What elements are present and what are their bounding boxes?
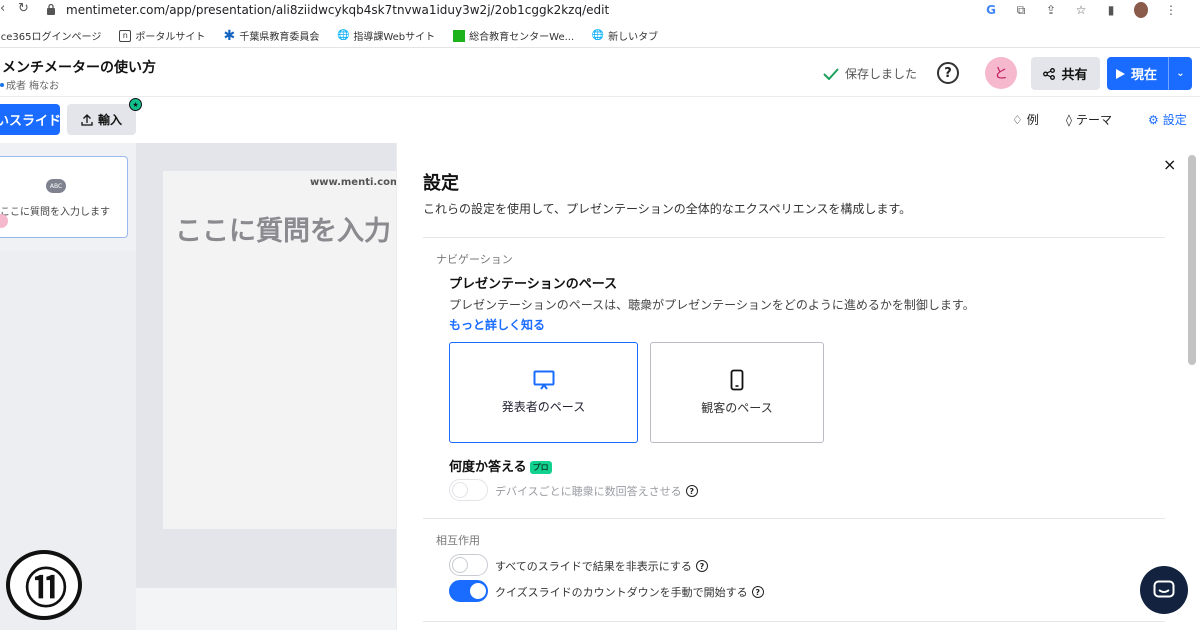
quiz-countdown-label: クイズスライドのカウントダウンを手動で開始する?: [495, 584, 764, 600]
globe-icon: 🌐: [337, 30, 350, 41]
bookmark-1[interactable]: n ポータルサイト: [119, 28, 205, 43]
reload-icon[interactable]: ↻: [18, 1, 29, 16]
audience-pace-option[interactable]: 観客のペース: [650, 342, 824, 443]
share-page-icon[interactable]: ⇪: [1044, 3, 1058, 17]
upload-icon: [81, 113, 93, 126]
n-icon: n: [119, 29, 132, 42]
mobile-phone-icon: [730, 369, 744, 391]
pace-description: プレゼンテーションのペースは、聴衆がプレゼンテーションをどのように進めるかを制御…: [449, 298, 975, 312]
multiple-answers-title: 何度か答える プロ: [449, 456, 552, 475]
sidepanel-icon[interactable]: ▮: [1104, 3, 1118, 17]
star-badge-icon: ★: [129, 98, 142, 111]
globe-icon: 🌐: [591, 30, 605, 41]
bookmark-3[interactable]: 🌐 指導課Webサイト: [337, 28, 435, 43]
canvas-area: www.menti.com ここに質問を入力: [136, 143, 403, 630]
learn-more-link[interactable]: もっと詳しく知る: [449, 316, 545, 333]
present-main[interactable]: 現在: [1107, 64, 1168, 83]
gear-icon: ⚙: [1148, 112, 1159, 127]
navigation-section-label: ナビゲーション: [436, 253, 513, 266]
screenshot-root: ‹ ↻ mentimeter.com/app/presentation/ali8…: [0, 0, 1200, 630]
slide-canvas[interactable]: www.menti.com ここに質問を入力: [163, 171, 403, 529]
help-circle-icon[interactable]: ?: [685, 485, 698, 497]
presenter-pace-option[interactable]: 発表者のペース: [449, 342, 638, 443]
slide-thumbnail[interactable]: ABC ここに質問を入力します: [0, 156, 128, 238]
settings-title: 設定: [423, 173, 459, 194]
collaborator-dot: [0, 214, 8, 228]
step-number-overlay: ⑪: [6, 550, 82, 620]
lock-icon[interactable]: [46, 3, 56, 15]
settings-button[interactable]: ⚙ 設定: [1148, 111, 1187, 128]
quiz-countdown-toggle[interactable]: [449, 580, 488, 602]
chat-support-button[interactable]: [1140, 566, 1188, 614]
editor-toolbar: いスライド 輸入 ★ ♢ 例 ◊ テーマ ⚙ 設定: [0, 98, 1200, 143]
settings-description: これらの設定を使用して、プレゼンテーションの全体的なエクスペリエンスを構成します…: [423, 202, 912, 216]
help-circle-icon[interactable]: ?: [695, 560, 708, 572]
bookmark-5[interactable]: 🌐 新しいタブ: [592, 28, 658, 43]
settings-scrollbar[interactable]: [1188, 155, 1196, 365]
checkmark-icon: [823, 67, 839, 80]
hide-results-label: すべてのスライドで結果を非表示にする?: [495, 558, 708, 574]
slide-question[interactable]: ここに質問を入力: [175, 209, 391, 248]
lightbulb-icon: ♢: [1012, 112, 1023, 127]
translate-icon[interactable]: ⧉: [1014, 3, 1028, 18]
cloud-abc-icon: ABC: [46, 179, 66, 193]
google-icon[interactable]: G: [984, 3, 998, 17]
interaction-section-label: 相互作用: [436, 534, 480, 547]
present-button[interactable]: 現在 ⌄: [1107, 57, 1192, 90]
menti-url: www.menti.com: [310, 177, 401, 188]
pace-title: プレゼンテーションのペース: [449, 277, 618, 292]
chevron-down-icon[interactable]: ⌄: [1169, 68, 1192, 79]
presentation-owner: 成者 梅なお: [0, 77, 59, 92]
slide-thumbnail-text: ここに質問を入力します: [0, 207, 110, 218]
bookmark-2[interactable]: ✱ 千葉県教育委員会: [223, 27, 319, 44]
star-icon[interactable]: ☆: [1074, 3, 1088, 17]
asterisk-icon: ✱: [223, 27, 236, 44]
back-arrow-icon[interactable]: ‹: [0, 1, 5, 16]
bookmarks-bar: ice365ログインページ n ポータルサイト ✱ 千葉県教育委員会 🌐 指導課Web…: [0, 24, 1200, 48]
bookmark-4[interactable]: 総合教育センターWe...: [453, 28, 574, 43]
new-slide-button[interactable]: いスライド: [0, 104, 60, 135]
share-button[interactable]: 共有: [1031, 57, 1100, 90]
play-icon: [1116, 68, 1125, 79]
app-header: メンチメーターの使い方 成者 梅なお 保存しました ? と 共有 現在 ⌄: [0, 49, 1200, 97]
bookmark-0[interactable]: ice365ログインページ: [0, 28, 101, 43]
import-button[interactable]: 輸入: [67, 104, 136, 135]
green-grid-icon: [453, 29, 466, 42]
user-avatar[interactable]: と: [985, 57, 1017, 89]
url-text[interactable]: mentimeter.com/app/presentation/ali8ziid…: [66, 3, 609, 17]
droplet-icon: ◊: [1066, 112, 1072, 127]
themes-button[interactable]: ◊ テーマ: [1066, 111, 1112, 128]
share-icon: [1043, 67, 1056, 80]
multiple-answers-label: デバイスごとに聴衆に数回答えさせる?: [495, 483, 698, 499]
pro-badge: プロ: [529, 461, 552, 474]
hide-results-toggle[interactable]: [449, 554, 488, 576]
help-circle-icon[interactable]: ?: [751, 586, 764, 598]
browser-right-icons: G ⧉ ⇪ ☆ ▮ ⋮: [984, 2, 1178, 18]
kebab-menu-icon[interactable]: ⋮: [1164, 3, 1178, 17]
presentation-title[interactable]: メンチメーターの使い方: [2, 57, 156, 77]
settings-panel: × 設定 これらの設定を使用して、プレゼンテーションの全体的なエクスペリエンスを…: [396, 143, 1200, 630]
save-status: 保存しました: [823, 65, 917, 82]
browser-address-bar: ‹ ↻ mentimeter.com/app/presentation/ali8…: [0, 0, 1200, 21]
help-button[interactable]: ?: [937, 62, 959, 84]
profile-avatar-icon[interactable]: [1134, 2, 1148, 18]
chat-bubble-icon: [1153, 580, 1175, 598]
multiple-answers-toggle[interactable]: [449, 479, 488, 501]
owner-dot-icon: [0, 82, 4, 87]
examples-button[interactable]: ♢ 例: [1012, 111, 1039, 128]
close-icon[interactable]: ×: [1163, 155, 1176, 174]
presentation-screen-icon: [533, 370, 554, 390]
